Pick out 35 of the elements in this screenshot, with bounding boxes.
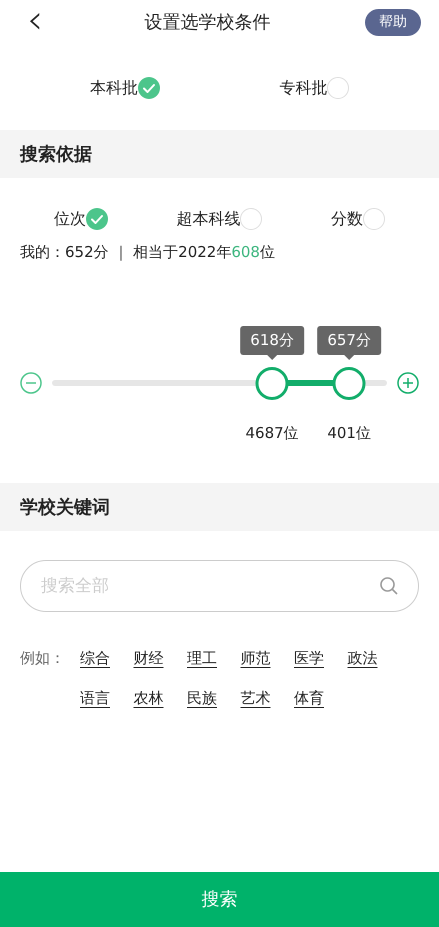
rank-label: 401位 <box>327 423 371 444</box>
section-header: 搜索依据 <box>0 130 439 178</box>
basis-label: 位次 <box>54 208 86 230</box>
check-icon[interactable] <box>138 76 160 98</box>
keyword-link[interactable]: 理工 <box>187 646 240 670</box>
basis-label: 超本科线 <box>176 208 240 230</box>
slider-thumb[interactable] <box>332 367 366 400</box>
section-header: 学校关键词 <box>0 483 439 531</box>
minus-icon[interactable] <box>20 372 42 394</box>
keyword-link[interactable]: 农林 <box>134 686 187 710</box>
batch-label: 本科批 <box>90 76 138 98</box>
page-title: 设置选学校条件 <box>144 11 270 35</box>
keyword-link[interactable]: 财经 <box>134 646 187 670</box>
keyword-link[interactable]: 民族 <box>187 686 240 710</box>
search-icon[interactable] <box>379 576 399 596</box>
keyword-link[interactable]: 艺术 <box>240 686 294 710</box>
back-button[interactable]: ‹ <box>20 0 50 40</box>
value-tooltip: 618分 <box>240 326 304 360</box>
help-button[interactable]: 帮助 <box>365 9 421 36</box>
rank-label: 4687位 <box>246 423 299 444</box>
batch-label: 专科批 <box>279 76 328 98</box>
keyword-link[interactable]: 政法 <box>348 646 401 670</box>
keyword-link[interactable]: 综合 <box>80 646 134 670</box>
score-summary: 我的：652分 ｜ 相当于2022年608位 <box>20 243 275 261</box>
example-label: 例如： <box>20 648 66 669</box>
slider-range <box>288 380 334 386</box>
keyword-link[interactable]: 语言 <box>80 686 134 710</box>
keyword-link[interactable]: 师范 <box>240 646 294 670</box>
value-tooltip: 657分 <box>317 326 381 360</box>
slider-thumb[interactable] <box>256 367 289 400</box>
check-icon[interactable] <box>86 208 108 230</box>
basis-label: 分数 <box>330 208 363 230</box>
plus-icon[interactable] <box>397 372 419 394</box>
keyword-link[interactable]: 体育 <box>294 686 348 710</box>
keyword-link[interactable]: 医学 <box>294 646 348 670</box>
